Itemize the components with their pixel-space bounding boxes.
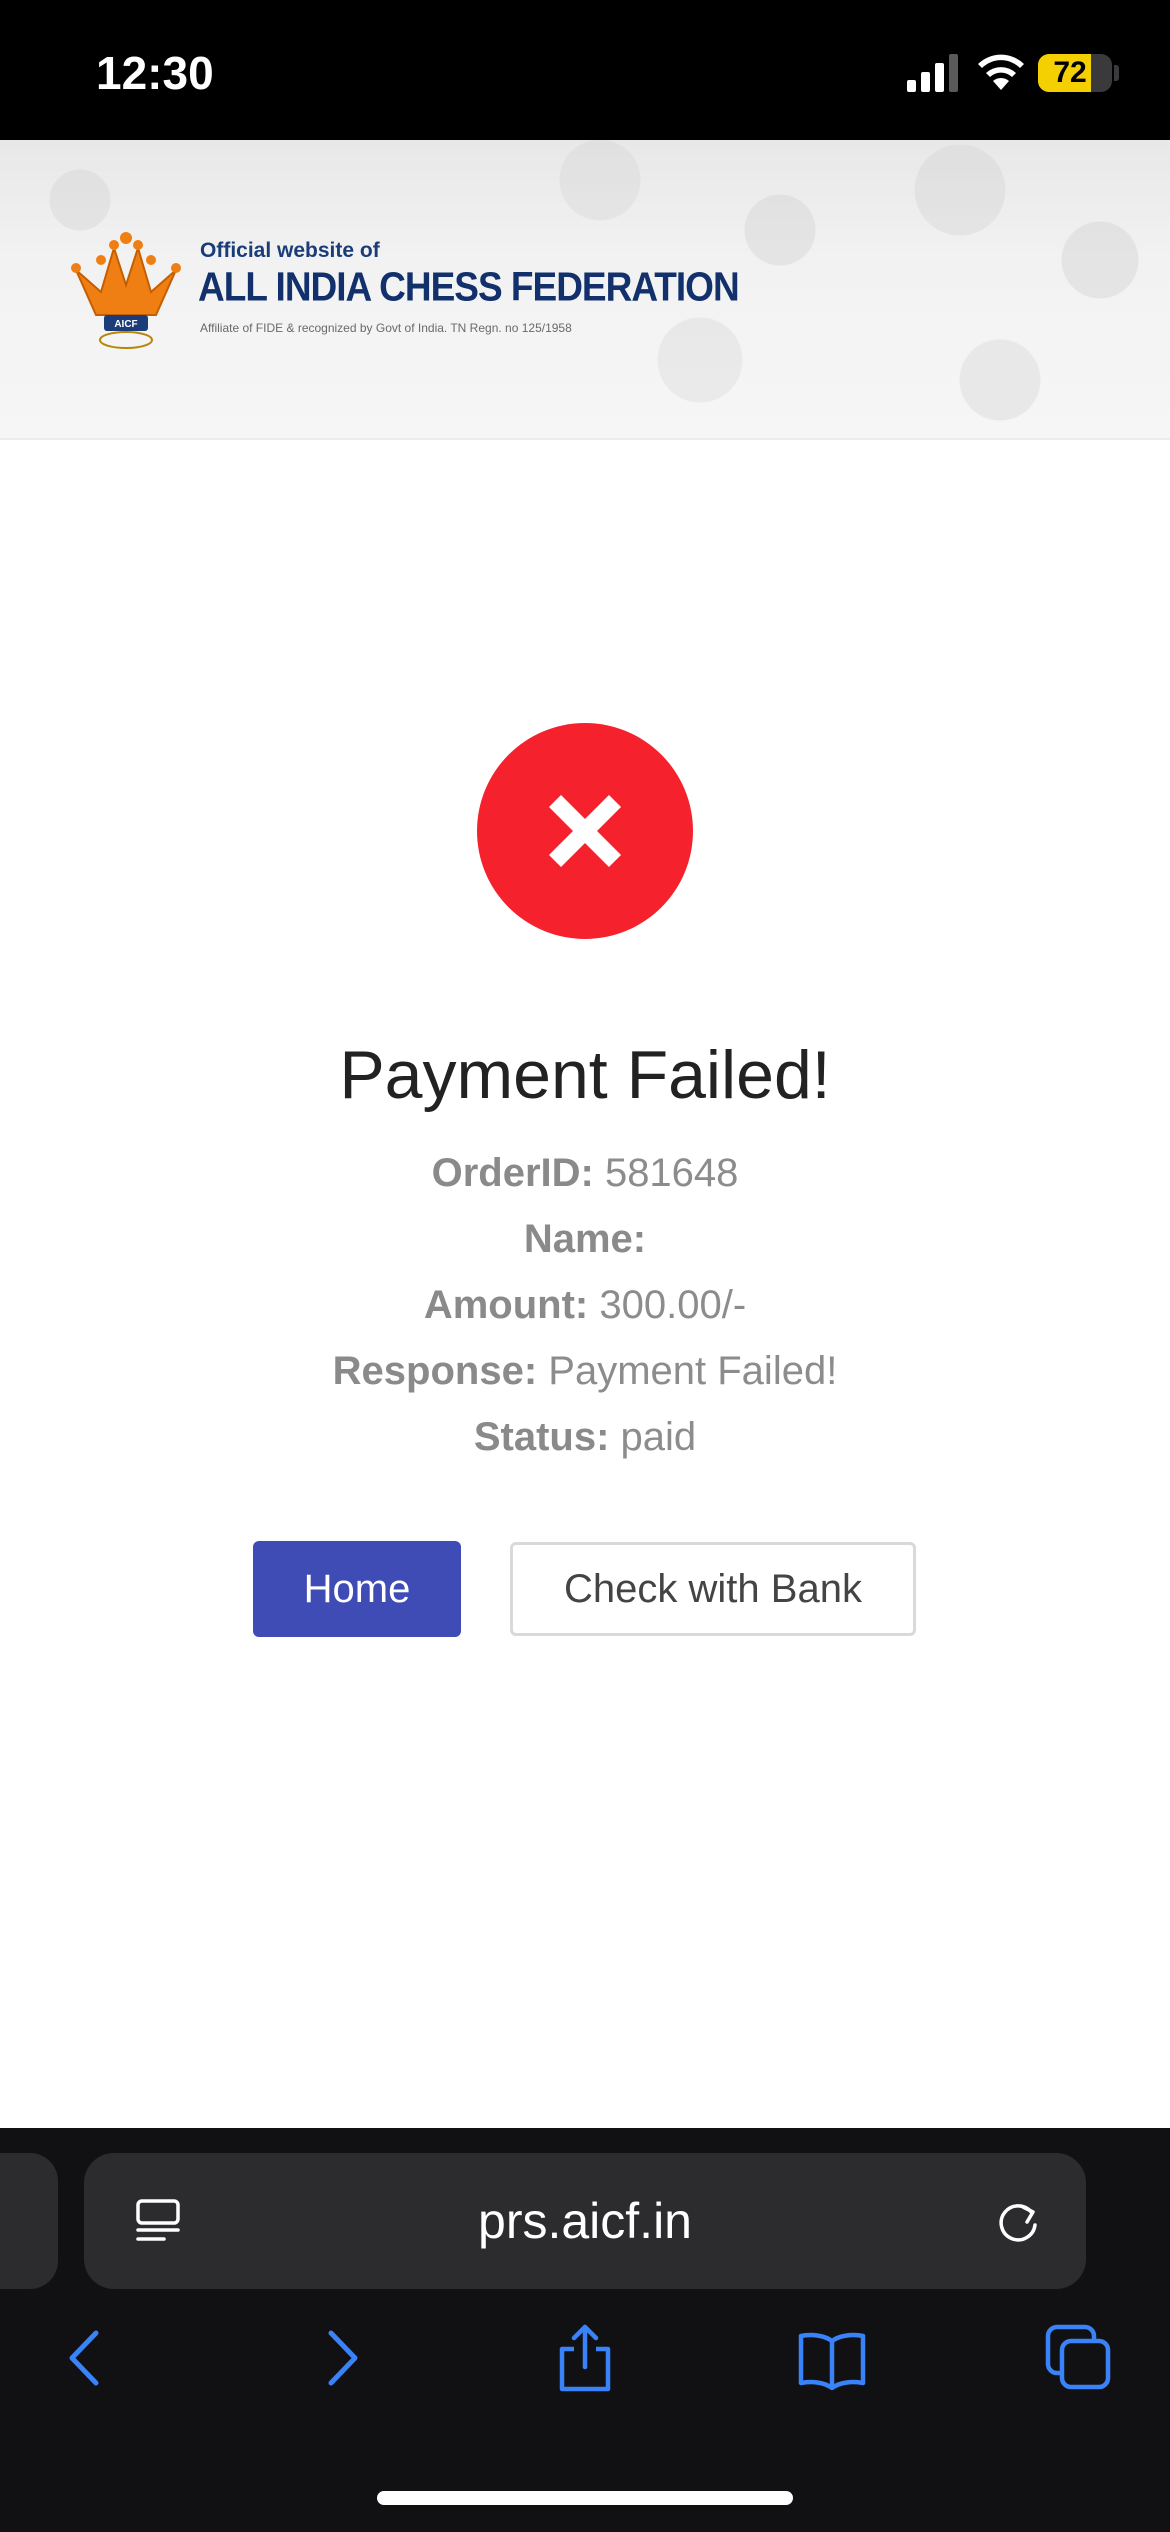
payment-details: OrderID: 581648 Name: Amount: 300.00/- R… [0, 1140, 1170, 1470]
detail-row-order-id: OrderID: 581648 [0, 1140, 1170, 1206]
reload-icon[interactable] [992, 2195, 1044, 2247]
site-header: AICF Official website of ALL INDIA CHESS… [0, 140, 1170, 440]
detail-value: paid [609, 1415, 697, 1459]
payment-failed-icon [477, 723, 693, 939]
home-indicator[interactable] [377, 2491, 793, 2505]
battery-level: 72 [1053, 56, 1087, 89]
x-icon [548, 794, 622, 868]
check-with-bank-button[interactable]: Check with Bank [510, 1542, 916, 1636]
detail-label: Name: [523, 1217, 647, 1261]
logo-text: AICF [114, 319, 137, 330]
tabs-icon[interactable] [1044, 2323, 1114, 2393]
detail-value: Payment Failed! [537, 1349, 838, 1393]
previous-tab-preview[interactable] [0, 2153, 58, 2289]
header-subtitle: Official website of [200, 239, 380, 262]
detail-value: 300.00/- [588, 1283, 747, 1327]
detail-label: Response: [332, 1349, 538, 1393]
detail-row-response: Response: Payment Failed! [0, 1338, 1170, 1404]
detail-label: OrderID: [431, 1151, 594, 1195]
detail-row-amount: Amount: 300.00/- [0, 1272, 1170, 1338]
detail-label: Amount: [423, 1283, 589, 1327]
wifi-icon [978, 54, 1024, 90]
share-icon[interactable] [550, 2323, 620, 2393]
battery-icon: 72 [1038, 54, 1112, 92]
forward-icon[interactable] [305, 2323, 375, 2393]
address-bar[interactable]: prs.aicf.in [84, 2153, 1086, 2289]
detail-value: 581648 [593, 1151, 739, 1195]
home-button[interactable]: Home [253, 1541, 461, 1637]
header-divider [0, 438, 1170, 440]
back-icon[interactable] [52, 2323, 122, 2393]
url-text: prs.aicf.in [478, 2193, 692, 2249]
status-time: 12:30 [96, 47, 214, 99]
page-title: Payment Failed! [339, 1037, 831, 1113]
aicf-crown-logo[interactable]: AICF [66, 230, 186, 355]
browser-toolbar: prs.aicf.in [0, 2128, 1170, 2532]
battery-cap [1114, 65, 1119, 81]
header-title: ALL INDIA CHESS FEDERATION [198, 264, 740, 310]
status-bar: 12:30 72 [0, 0, 1170, 140]
detail-label: Status: [473, 1415, 610, 1459]
detail-row-status: Status: paid [0, 1404, 1170, 1470]
bookmarks-icon[interactable] [797, 2323, 867, 2393]
detail-row-name: Name: [0, 1206, 1170, 1272]
cellular-signal-icon [907, 54, 958, 92]
header-tagline: Affiliate of FIDE & recognized by Govt o… [200, 321, 572, 335]
